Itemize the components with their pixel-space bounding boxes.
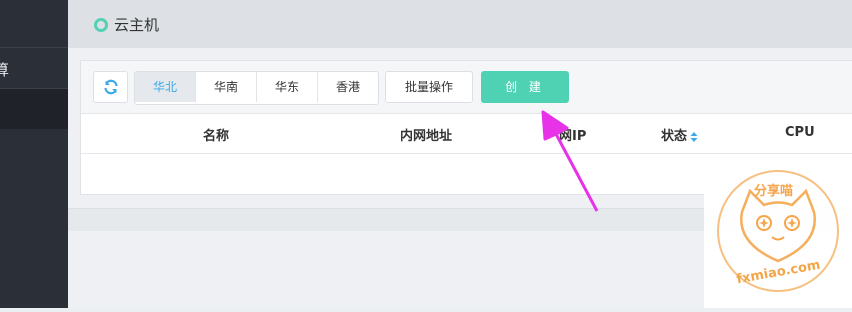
column-header-status-label: 状态: [661, 129, 688, 144]
tab-south-china[interactable]: 华南: [196, 72, 257, 102]
sidebar-item-compute[interactable]: 算: [0, 48, 68, 88]
sidebar-top: [0, 0, 68, 47]
refresh-button[interactable]: [93, 71, 128, 103]
column-header-private-ip[interactable]: 内网地址: [400, 125, 452, 144]
toolbar: 华北 华南 华东 香港 批量操作 创 建: [81, 61, 852, 114]
column-header-cpu[interactable]: CPU: [785, 125, 815, 140]
table-header: 名称 内网地址 网IP 状态 CPU: [81, 114, 852, 154]
region-tabs: 华北 华南 华东 香港: [134, 71, 379, 105]
column-header-name[interactable]: 名称: [203, 125, 229, 144]
page-header: 云主机: [68, 0, 852, 48]
refresh-icon: [103, 79, 118, 95]
sidebar: 算: [0, 0, 68, 308]
column-header-status[interactable]: 状态: [661, 125, 698, 144]
tab-north-china[interactable]: 华北: [135, 72, 196, 102]
watermark: 分享喵 fxmiao.com: [704, 157, 852, 308]
column-header-public-ip[interactable]: 网IP: [559, 125, 586, 144]
tab-hong-kong[interactable]: 香港: [318, 72, 378, 102]
page-title: 云主机: [114, 16, 160, 34]
sidebar-item-label: 算: [0, 61, 10, 79]
sidebar-item-active[interactable]: [0, 89, 68, 129]
batch-operation-button[interactable]: 批量操作: [385, 71, 473, 103]
watermark-top-text: 分享喵: [754, 184, 794, 199]
sort-icon[interactable]: [690, 131, 698, 143]
tab-east-china[interactable]: 华东: [257, 72, 318, 102]
create-button[interactable]: 创 建: [481, 71, 569, 103]
status-ring-icon: [94, 18, 108, 32]
